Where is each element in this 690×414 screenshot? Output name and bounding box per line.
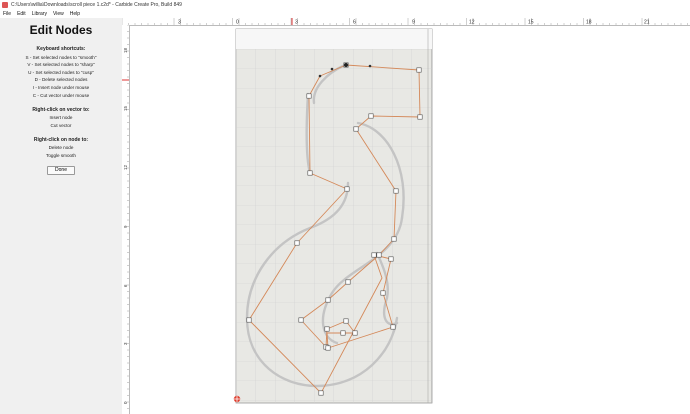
menu-help[interactable]: Help (67, 11, 83, 17)
node-handle[interactable] (376, 252, 382, 258)
shortcut-line: V - Set selected nodes to "sharp" (27, 62, 95, 68)
shortcut-line: S - Set selected nodes to "smooth" (25, 54, 97, 60)
node-handle[interactable] (307, 170, 313, 176)
node-handle[interactable] (325, 345, 331, 351)
done-button[interactable]: Done (47, 165, 75, 175)
node-handle[interactable] (345, 279, 351, 285)
control-point[interactable] (318, 74, 322, 78)
menu-edit[interactable]: Edit (14, 11, 29, 17)
node-menu-item: Delete node (48, 145, 74, 151)
node-menu-title: Right-click on node to: (33, 136, 89, 143)
node-handle[interactable] (294, 240, 300, 246)
material-sheet (235, 28, 433, 404)
h-ruler-label: 0 (236, 20, 239, 26)
control-point[interactable] (330, 67, 334, 71)
shortcut-line: I - Insert node under mouse (32, 84, 90, 90)
menu-library[interactable]: Library (29, 11, 50, 17)
v-ruler-label: 18 (123, 47, 128, 53)
design-canvas[interactable]: 3 0 3 6 9 12 15 18 21 18 15 12 9 6 3 0 (122, 18, 690, 414)
h-ruler-label: 3 (295, 20, 298, 26)
node-menu-item: Toggle smooth (46, 152, 76, 158)
node-handle[interactable] (325, 297, 331, 303)
vector-nodes[interactable] (246, 62, 423, 396)
node-handle[interactable] (343, 318, 349, 324)
node-handle[interactable] (246, 317, 252, 323)
selected-node[interactable] (344, 63, 348, 67)
v-ruler-label: 9 (123, 225, 128, 228)
v-ruler-label: 6 (123, 284, 128, 287)
origin-marker (233, 395, 241, 403)
grid (236, 49, 432, 403)
v-ruler-label: 0 (123, 401, 128, 404)
horizontal-ruler: 3 0 3 6 9 12 15 18 21 (122, 18, 690, 26)
node-handle[interactable] (324, 326, 330, 332)
node-handle[interactable] (388, 256, 394, 262)
menu-file[interactable]: File (0, 11, 14, 17)
h-ruler-label: 3 (178, 20, 181, 26)
h-ruler-label: 6 (353, 20, 356, 26)
shortcuts-title: Keyboard shortcuts: (36, 46, 86, 52)
window-title: C:\Users\willia\Downloads\scroll piece 1… (11, 1, 182, 8)
node-handle[interactable] (298, 317, 304, 323)
h-ruler-label: 21 (644, 20, 650, 26)
reference-outline (245, 63, 405, 388)
node-handle[interactable] (417, 114, 423, 120)
h-ruler-label: 9 (412, 20, 415, 26)
shortcut-line: U - Set selected nodes to "cusp" (28, 69, 94, 75)
workspace (233, 28, 433, 404)
vector-menu-item: Cut vector (50, 122, 72, 128)
node-handle[interactable] (323, 344, 329, 350)
node-handle[interactable] (393, 188, 399, 194)
node-handle[interactable] (318, 390, 324, 396)
vertical-ruler-ticks: 18 15 12 9 6 3 0 (122, 25, 129, 409)
h-ruler-label: 12 (469, 20, 475, 26)
node-handle[interactable] (344, 186, 350, 192)
node-handle[interactable] (306, 93, 312, 99)
horizontal-ruler-ticks: 3 0 3 6 9 12 15 18 21 (122, 18, 688, 26)
shortcut-line: D - Delete selected nodes (34, 77, 88, 83)
control-point[interactable] (368, 64, 372, 68)
node-handle[interactable] (353, 126, 359, 132)
vector-menu-title: Right-click on vector to: (32, 106, 90, 113)
vertical-ruler: 18 15 12 9 6 3 0 (122, 25, 130, 414)
title-bar: C:\Users\willia\Downloads\scroll piece 1… (0, 0, 690, 9)
node-handle[interactable] (391, 236, 397, 242)
node-handle[interactable] (380, 290, 386, 296)
node-handle[interactable] (371, 252, 377, 258)
node-handle[interactable] (340, 330, 346, 336)
sheet-top-margin (236, 29, 432, 49)
v-ruler-label: 15 (123, 105, 128, 111)
menu-view[interactable]: View (50, 11, 67, 17)
shortcut-line: C - Cut vector under mouse (32, 92, 90, 98)
node-handle[interactable] (343, 62, 349, 68)
panel-heading: Edit Nodes (29, 23, 93, 37)
selected-vector[interactable] (248, 64, 421, 394)
node-handle[interactable] (390, 324, 396, 330)
v-ruler-label: 3 (123, 342, 128, 345)
node-handle[interactable] (368, 113, 374, 119)
h-ruler-label: 15 (528, 20, 534, 26)
edit-nodes-panel: Edit Nodes Keyboard shortcuts: S - Set s… (0, 18, 122, 414)
node-handle[interactable] (352, 330, 358, 336)
app-icon (2, 1, 8, 8)
h-ruler-label: 18 (586, 20, 592, 26)
vector-menu-item: Insert node (49, 115, 73, 121)
v-ruler-label: 12 (123, 164, 128, 170)
node-handle[interactable] (416, 67, 422, 73)
